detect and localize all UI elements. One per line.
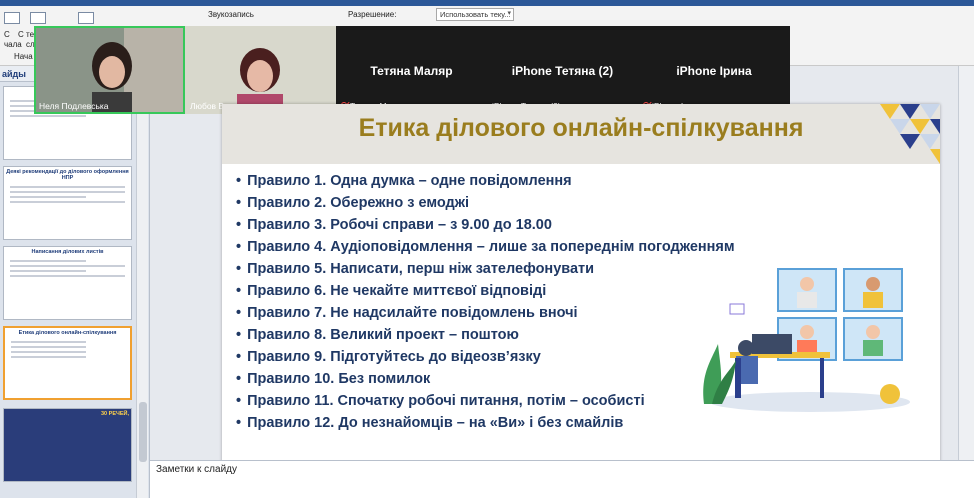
rule-item: Правило 10. Без помилок [236,368,735,390]
thumb-title: Етика ділового онлайн-спілкування [18,330,117,336]
slide-thumbnail[interactable]: Написання ділових листів [3,246,132,320]
slide-thumbnail[interactable]: 30 РЕЧЕЙ, [3,408,132,482]
thumb-title: Деякі рекомендації до ділового оформленн… [6,169,129,181]
slide-thumbnail[interactable]: Деякі рекомендації до ділового оформленн… [3,166,132,240]
video-call-illustration [703,268,910,412]
ribbon-tab-bar [0,0,974,6]
slideshow-setup-icon[interactable] [78,12,94,24]
resolution-value: Использовать теку... [440,10,511,19]
participant-display-name: iPhone Ірина [676,64,752,78]
rule-item: Правило 5. Написати, перш ніж зателефону… [236,258,735,280]
notes-pane[interactable]: Заметки к слайду [150,460,974,498]
participant-tile[interactable]: Любов Вараниця [185,26,336,114]
resolution-select[interactable]: Использовать теку... ▾ [436,8,514,21]
ribbon-cell-e: Нача [14,52,33,61]
chevron-down-icon: ▾ [507,10,511,17]
participant-name: Неля Подлевська [39,101,109,111]
participant-tile[interactable]: iPhone Тетяна (2) iPhone Тетяна (2) [487,26,638,114]
rule-item: Правило 8. Великий проект – поштою [236,324,735,346]
slides-pane: айды Ділові рекомендації ... Деякі реком… [0,66,150,498]
participant-display-name: iPhone Тетяна (2) [511,64,614,78]
rule-item: Правило 11. Спочатку робочі питання, пот… [236,390,735,412]
participant-tile[interactable]: Неля Подлевська [34,26,185,114]
ribbon-cell-a[interactable]: С [4,30,10,39]
rule-item: Правило 2. Обережно з емоджі [236,192,735,214]
rule-item: Правило 12. До незнайомців – на «Ви» і б… [236,412,735,434]
from-current-icon[interactable] [30,12,46,24]
resolution-label: Разрешение: [348,10,397,19]
slide-scrollbar[interactable] [958,66,974,460]
ribbon-cell-b[interactable]: С те [18,30,34,39]
participant-display-name: Тетяна Маляр [370,64,453,78]
rule-item: Правило 4. Аудіоповідомлення – лише за п… [236,236,735,258]
sound-recording-button[interactable]: Звукозапись [208,10,254,19]
slide-thumbnail-selected[interactable]: Етика ділового онлайн-спілкування [3,326,132,400]
ribbon-cell-c: чала [4,40,22,49]
video-participants-strip: Неля Подлевська Любов Вараниця Тетяна Ма… [34,26,790,114]
notes-label: Заметки к слайду [156,464,237,475]
thumb-title: 30 РЕЧЕЙ, [101,411,129,417]
thumb-title: Написання ділових листів [31,249,104,255]
from-beginning-icon[interactable] [4,12,20,24]
rule-item: Правило 6. Не чекайте миттєвої відповіді [236,280,735,302]
participant-tile[interactable]: Тетяна Маляр Тетяна Маляр [336,26,487,114]
rules-list: Правило 1. Одна думка – одне повідомленн… [236,170,735,434]
rule-item: Правило 7. Не надсилайте повідомлень вно… [236,302,735,324]
slide-title: Етика ділового онлайн-спілкування [358,114,804,142]
slides-pane-scrollbar[interactable] [136,82,148,498]
participant-tile[interactable]: iPhone Ірина iPhone Ірина [638,26,790,114]
main-slide[interactable]: Етика ділового онлайн-спілкування Правил… [222,104,940,486]
rule-item: Правило 1. Одна думка – одне повідомленн… [236,170,735,192]
rule-item: Правило 9. Підготуйтесь до відеозв’язку [236,346,735,368]
rule-item: Правило 3. Робочі справи – з 9.00 до 18.… [236,214,735,236]
scrollbar-thumb[interactable] [139,402,147,462]
